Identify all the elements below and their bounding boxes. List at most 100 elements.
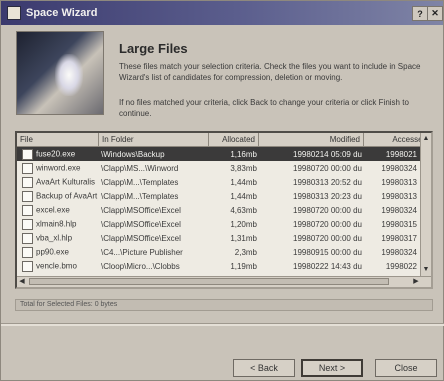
file-checkbox[interactable] (22, 246, 33, 258)
accessed-cell: 1998022 (385, 261, 417, 271)
modified-cell: 19980222 14:43 du (293, 261, 362, 271)
column-folder[interactable]: In Folder (99, 133, 209, 146)
file-cell: AvaArt Kulturalis (17, 176, 99, 188)
modified-cell: 19980313 20:23 du (293, 191, 362, 201)
list-rows: fuse20.exe \Windows\Backup 1,16mb 19980214 … (17, 147, 421, 273)
file-name: AvaArt Kulturalis (36, 177, 95, 187)
allocated-cell: 1,44mb (230, 191, 257, 201)
modified-cell: 19980720 00:00 du (293, 233, 362, 243)
scroll-right-icon[interactable]: ▶ (411, 277, 421, 287)
modified-cell: 19980915 00:00 du (293, 247, 362, 257)
next-button[interactable]: Next > (301, 359, 363, 377)
wizard-illustration (16, 31, 104, 115)
file-checkbox[interactable] (22, 232, 33, 244)
table-row[interactable]: xlmain8.hlp \Clapp\MSOffice\Excel 1,20mb 19… (17, 217, 421, 231)
file-checkbox[interactable] (22, 260, 33, 272)
folder-cell: \Windows\Backup (101, 149, 165, 159)
scroll-thumb[interactable] (29, 278, 389, 285)
allocated-cell: 1,44mb (230, 177, 257, 187)
column-file[interactable]: File (17, 133, 99, 146)
title-bar[interactable]: Space Wizard ? ✕ (1, 1, 443, 25)
allocated-cell: 1,20mb (230, 219, 257, 229)
file-checkbox[interactable] (22, 218, 33, 230)
modified-cell: 19980720 00:00 du (293, 163, 362, 173)
accessed-cell: 19980324 (381, 205, 417, 215)
table-row[interactable]: vencle.bmo \Cloop\Micro...\Clobbs 1,19mb 19… (17, 259, 421, 273)
file-name: winword.exe (36, 163, 81, 173)
close-button[interactable]: Close (375, 359, 437, 377)
file-cell: vba_xl.hlp (17, 232, 99, 244)
table-row[interactable]: Backup of AvaArt \Clapp\M...\Templates 1,4… (17, 189, 421, 203)
table-row[interactable]: excel.exe \Clapp\MSOffice\Excel 4,63mb 1998… (17, 203, 421, 217)
separator (1, 323, 444, 326)
horizontal-scrollbar[interactable]: ◀ ▶ (17, 276, 431, 287)
accessed-cell: 19980324 (381, 247, 417, 257)
table-row[interactable]: AvaArt Kulturalis \Clapp\M...\Templates 1,… (17, 175, 421, 189)
column-allocated[interactable]: Allocated (209, 133, 259, 146)
close-icon[interactable]: ✕ (427, 6, 443, 21)
allocated-cell: 2,3mb (234, 247, 257, 257)
description-text: These files match your selection criteri… (119, 62, 421, 82)
scroll-up-icon[interactable]: ▲ (421, 134, 431, 144)
instruction-text: If no files matched your criteria, click… (119, 98, 409, 118)
file-name: vba_xl.hlp (36, 233, 73, 243)
modified-cell: 19980214 05:09 du (293, 149, 362, 159)
folder-cell: \Clapp\MSOffice\Excel (101, 205, 181, 215)
page-title: Large Files (119, 41, 188, 56)
allocated-cell: 1,19mb (230, 261, 257, 271)
total-status: Total for Selected Files: 0 bytes (15, 299, 433, 311)
modified-cell: 19980720 00:00 du (293, 219, 362, 229)
file-list[interactable]: File In Folder Allocated Modified Access… (15, 131, 433, 289)
accessed-cell: 19980315 (381, 219, 417, 229)
accessed-cell: 19980313 (381, 177, 417, 187)
file-checkbox[interactable] (22, 176, 33, 188)
accessed-cell: 19980324 (381, 163, 417, 173)
file-cell: xlmain8.hlp (17, 218, 99, 230)
modified-cell: 19980720 00:00 du (293, 205, 362, 215)
file-name: Backup of AvaArt (36, 191, 98, 201)
folder-cell: \Clapp\MSOffice\Excel (101, 233, 181, 243)
back-button[interactable]: < Back (233, 359, 295, 377)
folder-cell: \C4...\Picture Publisher (101, 247, 183, 257)
folder-cell: \Clapp\MSOffice\Excel (101, 219, 181, 229)
file-cell: winword.exe (17, 162, 99, 174)
file-name: xlmain8.hlp (36, 219, 77, 229)
folder-cell: \Clapp\M...\Templates (101, 191, 179, 201)
accessed-cell: 19980317 (381, 233, 417, 243)
file-name: fuse20.exe (36, 149, 76, 159)
space-wizard-window: Space Wizard ? ✕ Large Files These files… (0, 0, 444, 381)
scroll-down-icon[interactable]: ▼ (421, 265, 431, 275)
file-checkbox[interactable] (22, 148, 33, 160)
allocated-cell: 4,63mb (230, 205, 257, 215)
folder-cell: \Clapp\M...\Templates (101, 177, 179, 187)
light-glow (55, 54, 83, 96)
file-cell: excel.exe (17, 204, 99, 216)
table-row[interactable]: vba_xl.hlp \Clapp\MSOffice\Excel 1,31mb 199… (17, 231, 421, 245)
file-cell: Backup of AvaArt (17, 190, 99, 202)
file-cell: pp90.exe (17, 246, 99, 258)
table-row[interactable]: winword.exe \Clapp\MS...\Winword 3,83mb 199… (17, 161, 421, 175)
table-row[interactable]: fuse20.exe \Windows\Backup 1,16mb 19980214 … (17, 147, 421, 161)
file-checkbox[interactable] (22, 190, 33, 202)
file-name: pp90.exe (36, 247, 69, 257)
file-name: excel.exe (36, 205, 70, 215)
accessed-cell: 19980313 (381, 191, 417, 201)
file-cell: vencle.bmo (17, 260, 99, 272)
file-name: vencle.bmo (36, 261, 77, 271)
help-icon[interactable]: ? (412, 6, 428, 21)
vertical-scrollbar[interactable]: ▲ ▼ (420, 133, 431, 287)
allocated-cell: 1,31mb (230, 233, 257, 243)
list-header: File In Folder Allocated Modified Access… (17, 133, 431, 147)
app-icon (7, 6, 21, 20)
file-checkbox[interactable] (22, 162, 33, 174)
allocated-cell: 1,16mb (230, 149, 257, 159)
accessed-cell: 1998021 (385, 149, 417, 159)
column-modified[interactable]: Modified (259, 133, 364, 146)
folder-cell: \Cloop\Micro...\Clobbs (101, 261, 180, 271)
allocated-cell: 3,83mb (230, 163, 257, 173)
file-checkbox[interactable] (22, 204, 33, 216)
table-row[interactable]: pp90.exe \C4...\Picture Publisher 2,3mb 199… (17, 245, 421, 259)
scroll-left-icon[interactable]: ◀ (17, 277, 27, 287)
folder-cell: \Clapp\MS...\Winword (101, 163, 179, 173)
modified-cell: 19980313 20:52 du (293, 177, 362, 187)
